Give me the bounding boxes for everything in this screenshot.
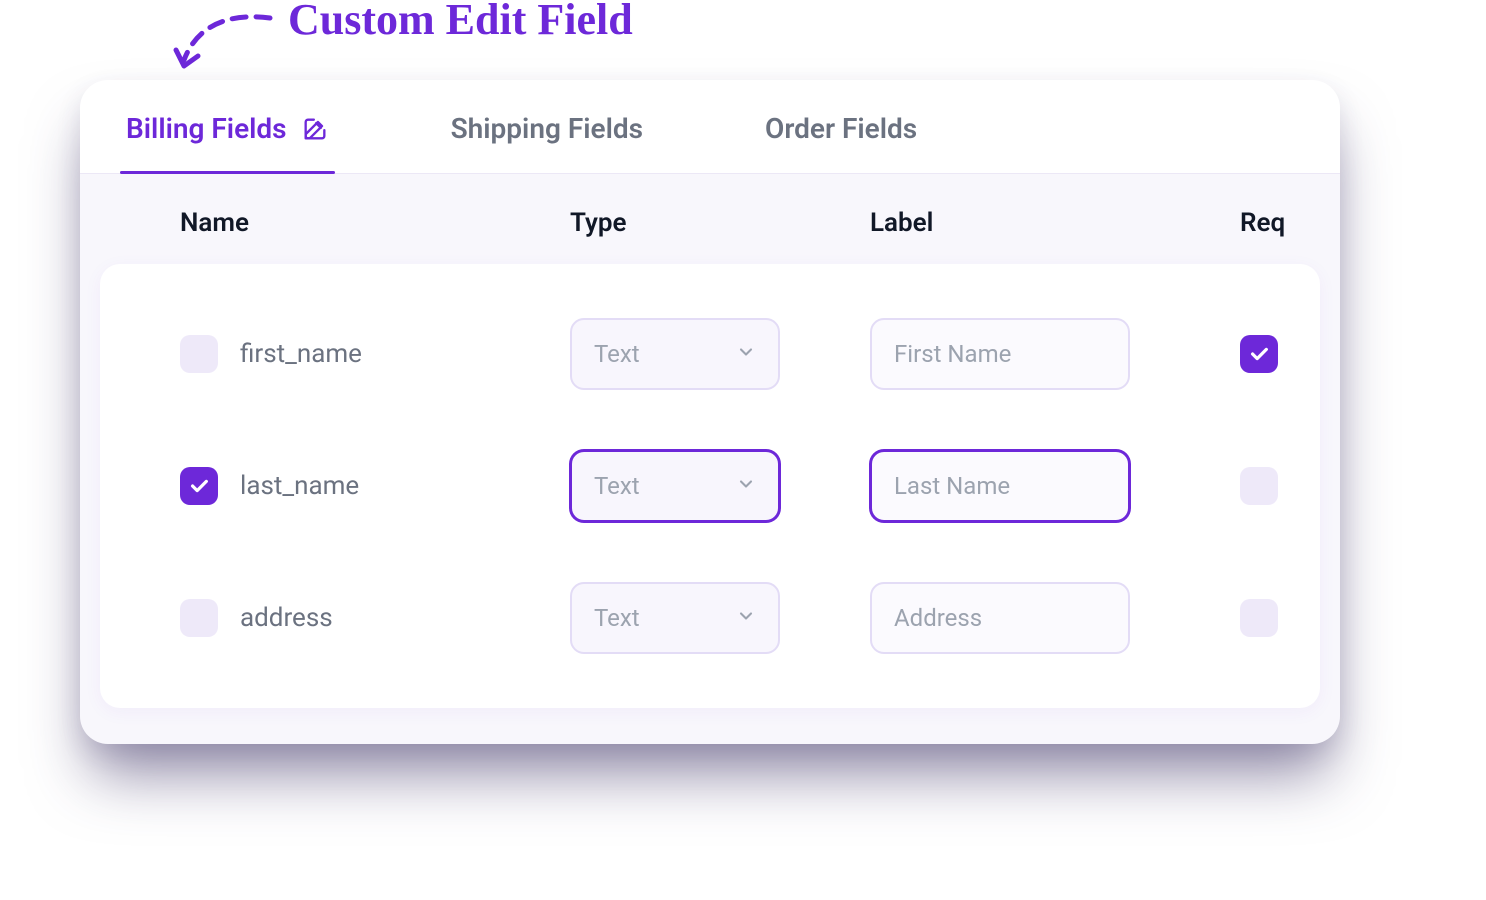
tab-order-fields[interactable]: Order Fields [759, 80, 923, 173]
row-select-checkbox[interactable] [180, 467, 218, 505]
type-select[interactable]: Text [570, 582, 780, 654]
type-cell: Text [570, 318, 870, 390]
required-checkbox[interactable] [1240, 335, 1278, 373]
req-cell [1240, 599, 1284, 637]
label-input[interactable] [870, 450, 1130, 522]
table-header-row: Name Type Label Req [80, 174, 1340, 264]
tab-shipping-fields[interactable]: Shipping Fields [445, 80, 649, 173]
type-select-value: Text [594, 604, 640, 632]
tabs-bar: Billing Fields Shipping Fields Order Fie… [80, 80, 1340, 174]
type-select-value: Text [594, 472, 640, 500]
row-select-checkbox[interactable] [180, 335, 218, 373]
annotation-arrow-icon [170, 10, 280, 84]
annotation-text: Custom Edit Field [288, 0, 633, 42]
required-checkbox[interactable] [1240, 467, 1278, 505]
type-cell: Text [570, 450, 870, 522]
tab-label: Order Fields [765, 112, 917, 145]
name-cell: first_name [180, 335, 570, 373]
label-input[interactable] [870, 582, 1130, 654]
chevron-down-icon [736, 604, 756, 632]
type-cell: Text [570, 582, 870, 654]
label-cell [870, 318, 1240, 390]
tab-label: Shipping Fields [451, 112, 643, 145]
table-row: address Text [180, 552, 1280, 684]
table-row: first_name Text [180, 288, 1280, 420]
table-body: first_name Text [100, 264, 1320, 708]
row-select-checkbox[interactable] [180, 599, 218, 637]
tab-label: Billing Fields [126, 112, 287, 145]
name-cell: last_name [180, 467, 570, 505]
column-header-type: Type [570, 208, 870, 238]
fields-editor-card: Billing Fields Shipping Fields Order Fie… [80, 80, 1340, 744]
field-name: last_name [240, 471, 359, 501]
chevron-down-icon [736, 472, 756, 500]
name-cell: address [180, 599, 570, 637]
tab-billing-fields[interactable]: Billing Fields [120, 80, 335, 173]
column-header-name: Name [180, 208, 570, 238]
type-select-value: Text [594, 340, 640, 368]
table-body-wrap: first_name Text [80, 264, 1340, 744]
field-name: address [240, 603, 333, 633]
column-header-req: Req [1240, 208, 1291, 238]
label-input[interactable] [870, 318, 1130, 390]
chevron-down-icon [736, 340, 756, 368]
req-cell [1240, 335, 1284, 373]
table-row: last_name Text [180, 420, 1280, 552]
annotation-callout: Custom Edit Field [170, 0, 633, 84]
field-name: first_name [240, 339, 362, 369]
edit-icon [301, 115, 329, 143]
type-select[interactable]: Text [570, 450, 780, 522]
column-header-label: Label [870, 208, 1240, 238]
required-checkbox[interactable] [1240, 599, 1278, 637]
type-select[interactable]: Text [570, 318, 780, 390]
label-cell [870, 450, 1240, 522]
req-cell [1240, 467, 1284, 505]
label-cell [870, 582, 1240, 654]
